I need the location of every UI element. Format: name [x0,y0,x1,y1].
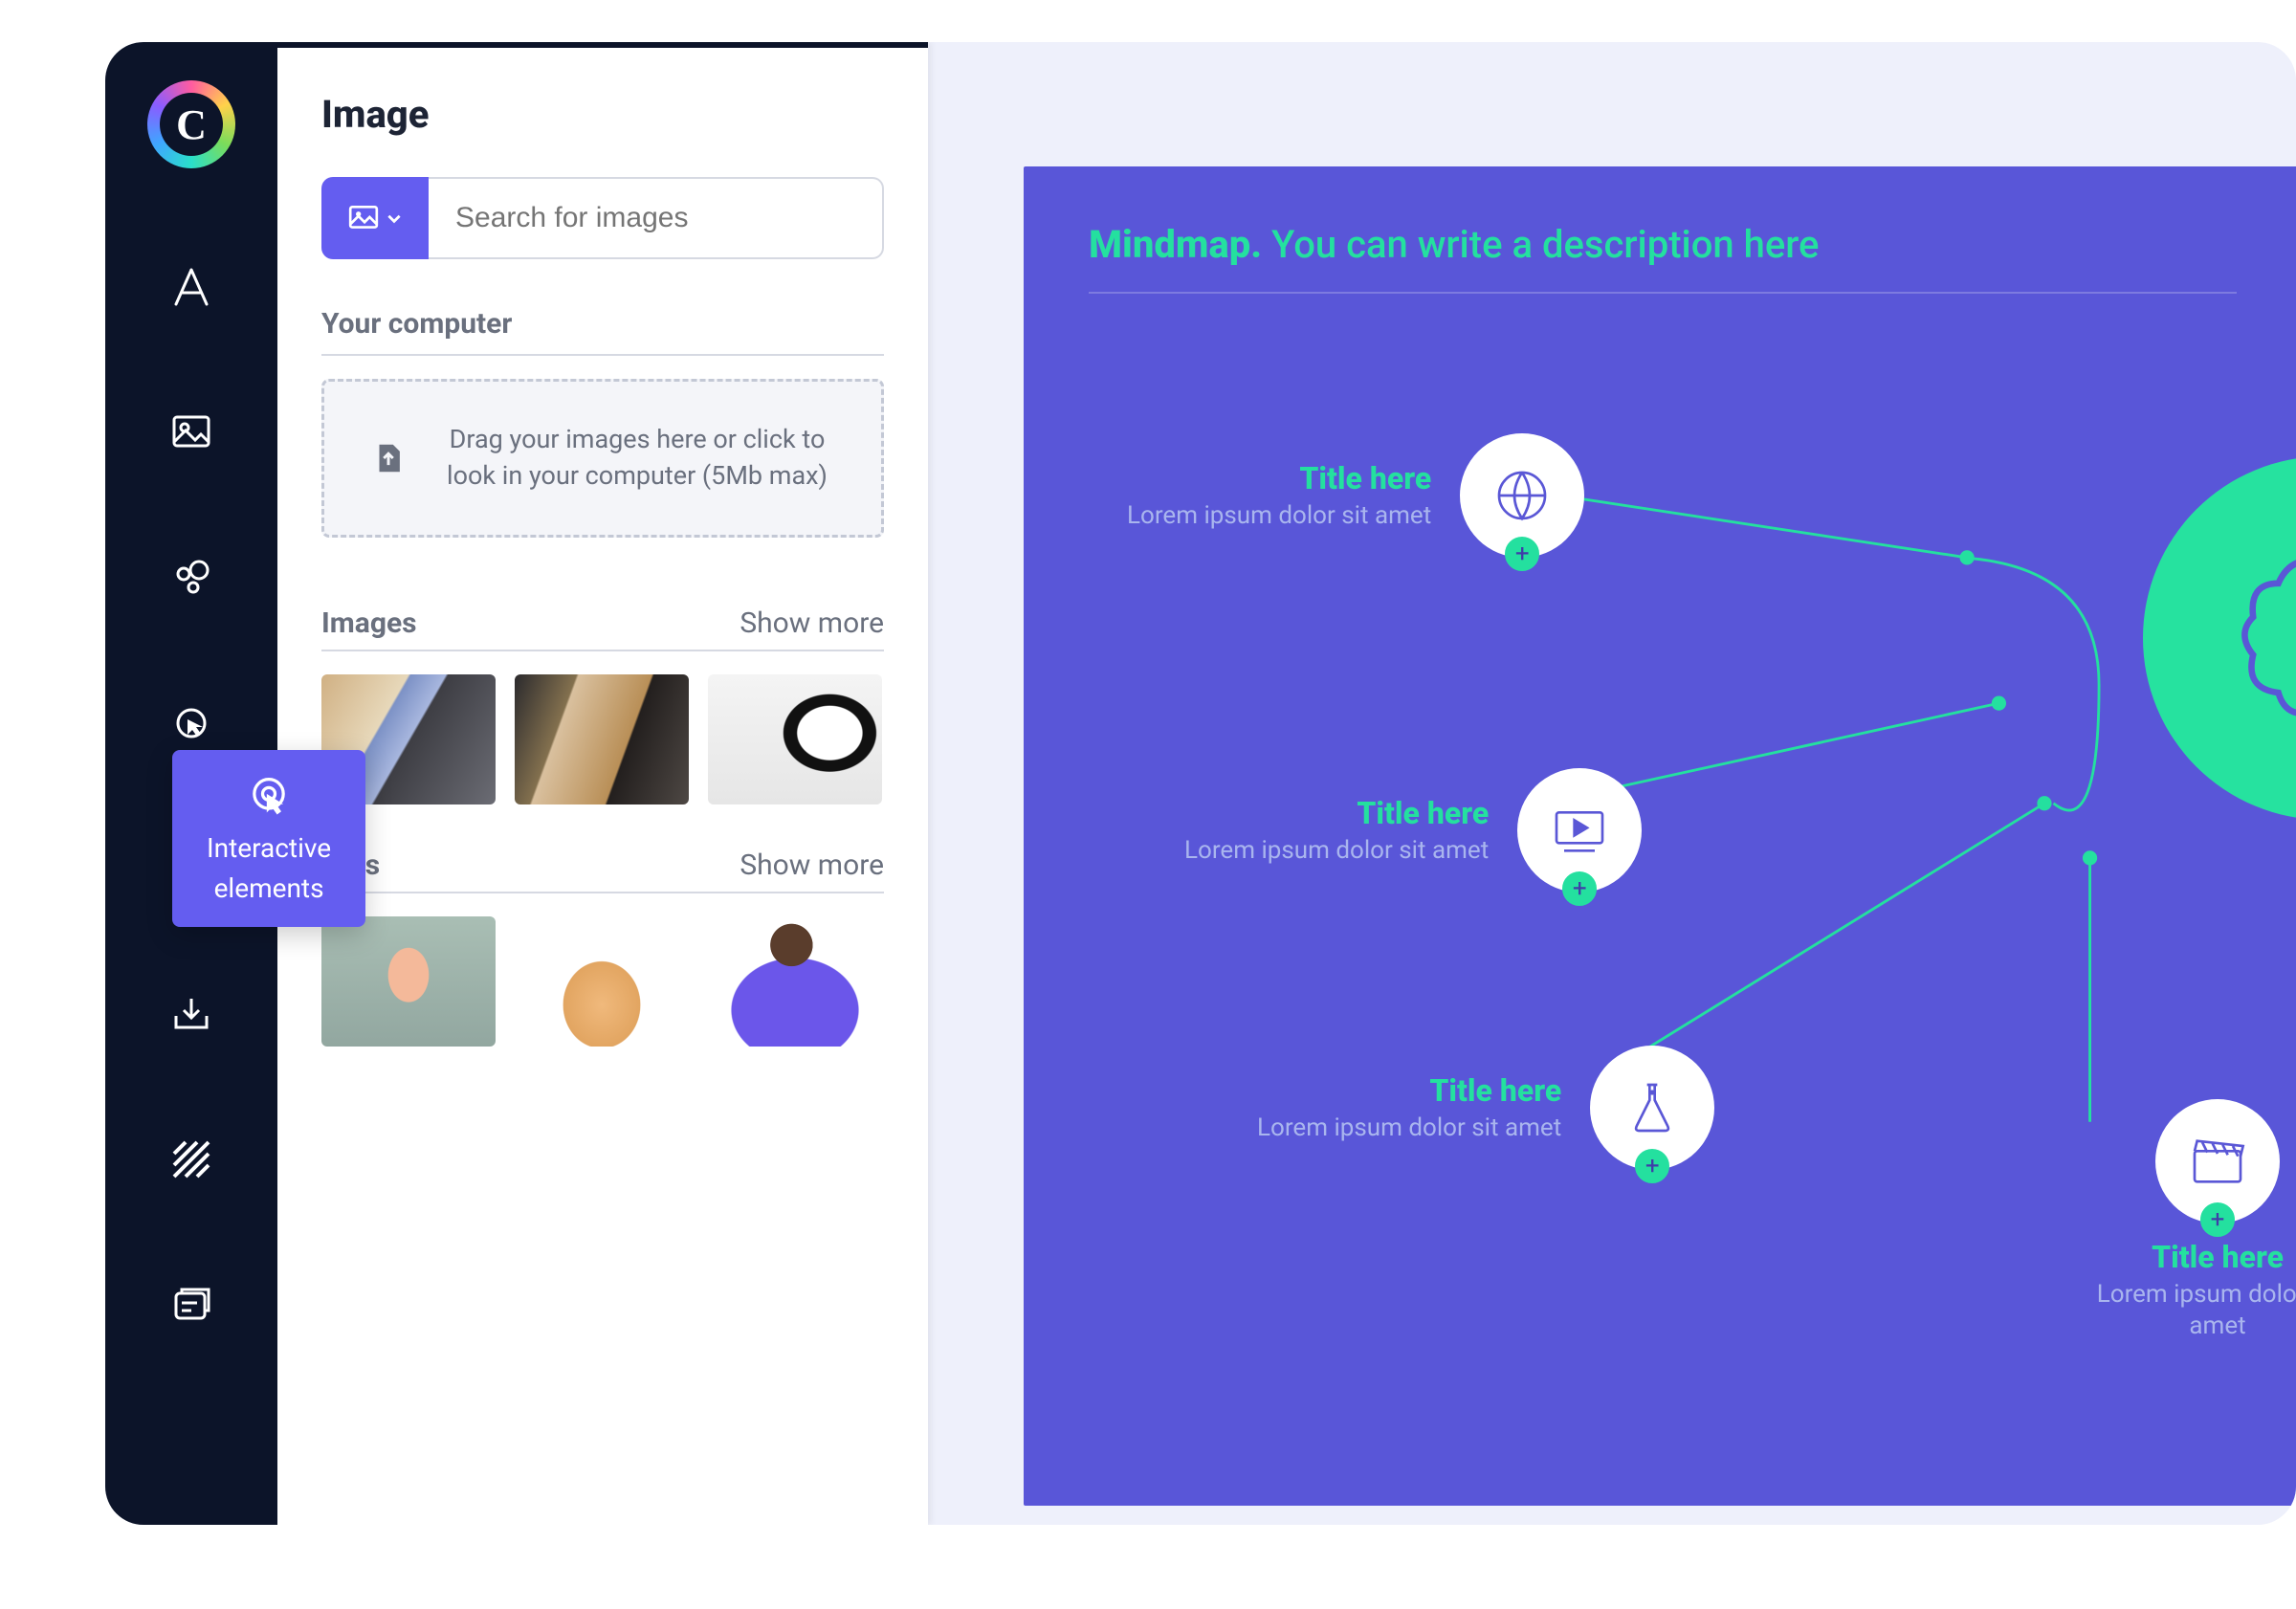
bubbles-icon [168,555,214,601]
add-child-button[interactable]: + [2200,1202,2235,1237]
mindmap-node[interactable]: Title here Lorem ipsum dolor sit amet + [1257,1046,1714,1170]
divider [321,650,884,651]
node-subtitle: Lorem ipsum dolor sit amet [1127,500,1431,532]
image-thumb[interactable] [515,674,689,804]
search-input[interactable] [429,177,884,259]
image-icon [168,409,214,455]
node-bubble[interactable]: + [2155,1099,2280,1223]
image-icon [347,202,380,234]
mindmap-node[interactable]: Title here Lorem ipsum dolor sit amet + [1184,768,1642,893]
text-tool[interactable] [165,260,218,314]
gif-thumb[interactable] [515,916,689,1047]
images-row [321,674,884,804]
resources-tool[interactable] [165,551,218,605]
slide-heading-rest: You can write a description here [1262,222,1819,267]
brain-icon [2219,533,2296,743]
text-icon [168,264,214,310]
section-images: Images [321,606,417,640]
section-your-computer: Your computer [321,307,884,341]
gifs-row [321,916,884,1047]
slide-heading-bold: Mindmap. [1089,222,1262,267]
gif-thumb[interactable] [321,916,496,1047]
cursor-target-icon [244,771,294,821]
divider [321,892,884,893]
tooltip-line2: elements [214,872,324,905]
interactive-tool[interactable] [165,696,218,750]
slide[interactable]: Mindmap. You can write a description her… [1024,166,2296,1506]
image-tool[interactable] [165,406,218,459]
add-child-button[interactable]: + [1505,537,1539,571]
search-filter-dropdown[interactable] [321,177,429,259]
mindmap-node[interactable]: Title here Lorem ipsum dolor sit amet + [1127,433,1584,558]
globe-icon [1491,465,1553,526]
hatch-icon [168,1136,214,1182]
canvas[interactable]: Mindmap. You can write a description her… [928,42,2296,1525]
pages-tool[interactable] [165,1278,218,1332]
node-bubble[interactable]: + [1460,433,1584,558]
pages-icon [168,1282,214,1328]
video-icon [1549,800,1610,861]
cursor-icon [168,700,214,746]
gifs-show-more[interactable]: Show more [740,849,884,882]
image-panel: Image Your computer Drag your images her… [277,42,928,1525]
slide-title[interactable]: Mindmap. You can write a description her… [1089,222,2296,267]
images-show-more[interactable]: Show more [740,606,884,640]
add-child-button[interactable]: + [1635,1149,1669,1183]
tooltip-line1: Interactive [207,832,331,865]
divider [321,354,884,356]
chevron-down-icon [386,209,403,227]
background-tool[interactable] [165,1133,218,1186]
node-subtitle: Lorem ipsum dolor sit amet [1184,835,1489,867]
insert-tool[interactable] [165,987,218,1041]
inbox-icon [168,991,214,1037]
logo-letter: C [160,93,223,156]
mindmap-center[interactable] [2143,456,2296,820]
interactive-elements-tooltip[interactable]: Interactive elements [172,750,365,927]
mindmap: Title here Lorem ipsum dolor sit amet + … [1089,294,2296,1346]
dropzone-text: Drag your images here or click to look i… [439,422,835,495]
image-thumb[interactable] [708,674,882,804]
node-title: Title here [1257,1072,1561,1109]
app-logo[interactable]: C [147,80,235,168]
node-bubble[interactable]: + [1517,768,1642,893]
node-title: Title here [1127,460,1431,496]
gif-thumb[interactable] [708,916,882,1047]
node-subtitle: Lorem ipsum dolor sit amet [2072,1279,2296,1341]
search-row [321,177,884,259]
node-title: Title here [1184,795,1489,831]
panel-title: Image [321,92,884,137]
add-child-button[interactable]: + [1562,871,1597,906]
upload-icon [370,440,407,476]
app-window: C [105,42,2296,1525]
node-bubble[interactable]: + [1590,1046,1714,1170]
mindmap-node[interactable]: + Title here Lorem ipsum dolor sit amet [2072,1099,2296,1341]
node-title: Title here [2072,1239,2296,1275]
flask-icon [1622,1077,1683,1138]
node-subtitle: Lorem ipsum dolor sit amet [1257,1113,1561,1144]
clapper-icon [2187,1131,2248,1192]
upload-dropzone[interactable]: Drag your images here or click to look i… [321,379,884,538]
